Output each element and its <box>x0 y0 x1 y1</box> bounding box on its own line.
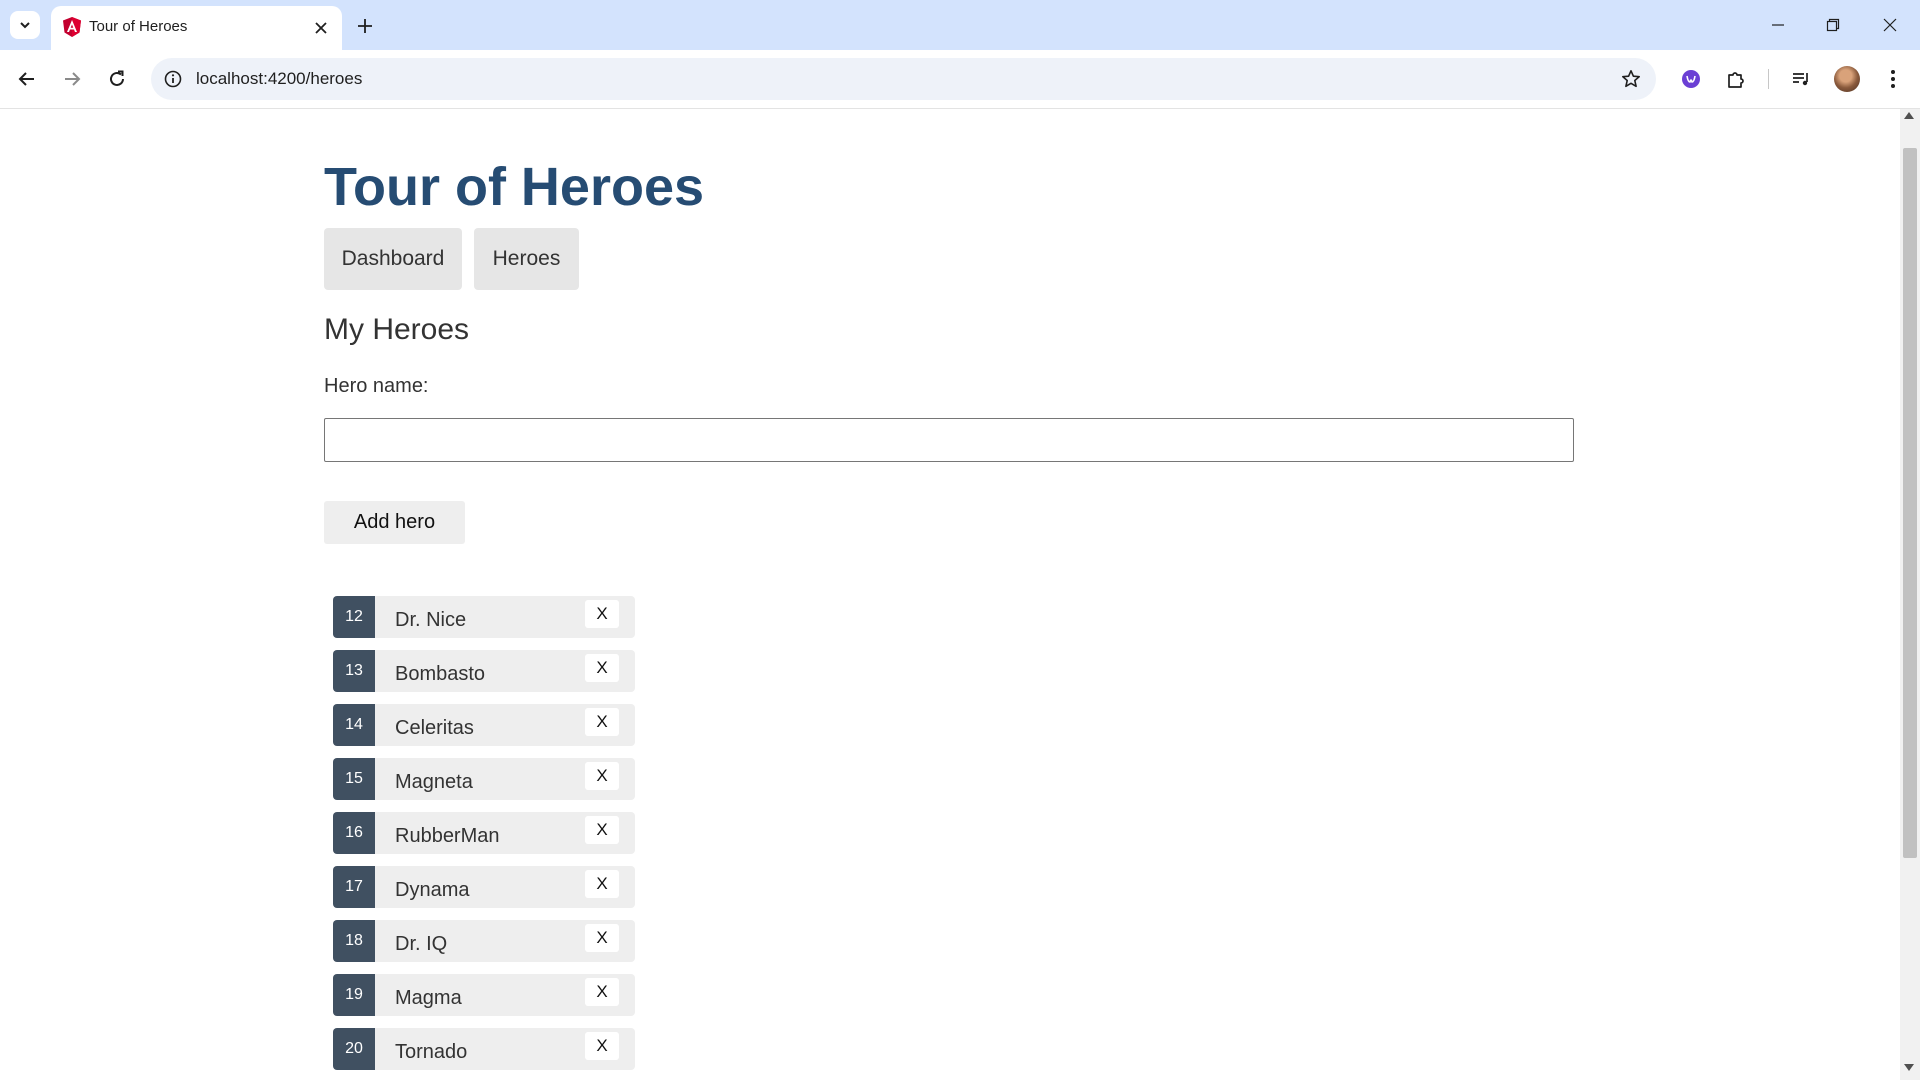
hero-list-item[interactable]: 18 Dr. IQ X <box>333 920 635 962</box>
info-icon <box>164 70 182 88</box>
new-tab-button[interactable] <box>352 13 378 39</box>
hero-name: Dynama <box>395 879 470 901</box>
hero-list-item[interactable]: 12 Dr. Nice X <box>333 596 635 638</box>
hero-name: Dr. IQ <box>395 933 448 955</box>
hero-list-item[interactable]: 15 Magneta X <box>333 758 635 800</box>
hero-link[interactable]: Bombasto X <box>375 650 635 692</box>
hero-list-item[interactable]: 14 Celeritas X <box>333 704 635 746</box>
minimize-button[interactable] <box>1763 10 1793 40</box>
hero-list-item[interactable]: 19 Magma X <box>333 974 635 1016</box>
extension-button[interactable] <box>1676 64 1706 94</box>
hero-list-item[interactable]: 20 Tornado X <box>333 1028 635 1070</box>
tab-title: Tour of Heroes <box>89 18 188 35</box>
arrow-right-icon <box>65 72 81 86</box>
section-title: My Heroes <box>324 313 470 346</box>
hero-name: Magma <box>395 987 462 1009</box>
address-bar[interactable]: localhost:4200/heroes <box>151 58 1656 100</box>
hero-name: RubberMan <box>395 825 500 847</box>
delete-hero-button[interactable]: X <box>585 924 619 952</box>
url-text: localhost:4200/heroes <box>196 69 363 88</box>
window-close-button[interactable] <box>1875 10 1905 40</box>
page-content: Tour of Heroes Dashboard Heroes My Heroe… <box>0 109 1900 1080</box>
hero-link[interactable]: Dynama X <box>375 866 635 908</box>
hero-link[interactable]: Celeritas X <box>375 704 635 746</box>
more-vertical-icon <box>1891 70 1895 88</box>
bookmark-button[interactable] <box>1620 68 1642 90</box>
chevron-down-icon <box>20 22 30 29</box>
hero-list-item[interactable]: 13 Bombasto X <box>333 650 635 692</box>
hero-name: Bombasto <box>395 663 486 685</box>
hero-name: Magneta <box>395 771 473 793</box>
puzzle-icon <box>1728 72 1744 88</box>
hero-id-badge: 14 <box>333 704 375 746</box>
hero-name: Celeritas <box>395 717 474 739</box>
hero-name-label: Hero name: <box>324 375 429 397</box>
hero-name-input[interactable] <box>324 418 1574 462</box>
tab-strip: Tour of Heroes <box>0 0 1920 50</box>
scrollbar-thumb[interactable] <box>1903 148 1917 858</box>
browser-tab[interactable]: Tour of Heroes <box>51 6 342 50</box>
profile-avatar[interactable] <box>1834 66 1860 92</box>
delete-hero-button[interactable]: X <box>585 978 619 1006</box>
hero-id-badge: 12 <box>333 596 375 638</box>
arrow-left-icon <box>18 72 34 86</box>
hero-id-badge: 15 <box>333 758 375 800</box>
hero-id-badge: 19 <box>333 974 375 1016</box>
close-icon <box>1883 18 1897 32</box>
hero-link[interactable]: Dr. IQ X <box>375 920 635 962</box>
extensions-menu-button[interactable] <box>1721 64 1751 94</box>
tab-search-button[interactable] <box>10 11 40 39</box>
restore-button[interactable] <box>1818 10 1848 40</box>
reload-icon <box>110 70 124 86</box>
add-hero-button[interactable]: Add hero <box>324 501 465 544</box>
hero-link[interactable]: Tornado X <box>375 1028 635 1070</box>
hero-id-badge: 18 <box>333 920 375 962</box>
delete-hero-button[interactable]: X <box>585 1032 619 1060</box>
delete-hero-button[interactable]: X <box>585 816 619 844</box>
nav-heroes-link[interactable]: Heroes <box>474 228 579 290</box>
restore-icon <box>1826 18 1840 32</box>
forward-button[interactable] <box>57 64 87 94</box>
delete-hero-button[interactable]: X <box>585 654 619 682</box>
hero-id-badge: 20 <box>333 1028 375 1070</box>
angular-logo-icon <box>63 17 81 37</box>
hero-list-item[interactable]: 17 Dynama X <box>333 866 635 908</box>
media-control-button[interactable] <box>1786 64 1816 94</box>
delete-hero-button[interactable]: X <box>585 708 619 736</box>
scroll-up-arrow-icon[interactable] <box>1904 112 1914 119</box>
close-icon <box>315 22 327 34</box>
site-info-button[interactable] <box>163 69 183 89</box>
app-title: Tour of Heroes <box>324 157 705 217</box>
reload-button[interactable] <box>102 64 132 94</box>
delete-hero-button[interactable]: X <box>585 600 619 628</box>
extension-logo-icon <box>1682 70 1700 88</box>
tab-close-button[interactable] <box>310 17 332 39</box>
hero-name: Dr. Nice <box>395 609 467 631</box>
hero-id-badge: 17 <box>333 866 375 908</box>
browser-menu-button[interactable] <box>1878 64 1908 94</box>
hero-link[interactable]: Magneta X <box>375 758 635 800</box>
scroll-down-arrow-icon[interactable] <box>1904 1064 1914 1071</box>
hero-link[interactable]: RubberMan X <box>375 812 635 854</box>
hero-link[interactable]: Magma X <box>375 974 635 1016</box>
hero-id-badge: 16 <box>333 812 375 854</box>
back-button[interactable] <box>12 64 42 94</box>
star-icon <box>1622 70 1640 88</box>
minimize-icon <box>1772 24 1784 26</box>
media-queue-icon <box>1793 73 1808 86</box>
hero-name: Tornado <box>395 1041 468 1063</box>
plus-icon <box>358 19 372 33</box>
toolbar-divider <box>1768 69 1769 89</box>
browser-toolbar: localhost:4200/heroes <box>0 50 1920 109</box>
delete-hero-button[interactable]: X <box>585 762 619 790</box>
nav-dashboard-link[interactable]: Dashboard <box>324 228 462 290</box>
hero-id-badge: 13 <box>333 650 375 692</box>
hero-link[interactable]: Dr. Nice X <box>375 596 635 638</box>
hero-list-item[interactable]: 16 RubberMan X <box>333 812 635 854</box>
delete-hero-button[interactable]: X <box>585 870 619 898</box>
